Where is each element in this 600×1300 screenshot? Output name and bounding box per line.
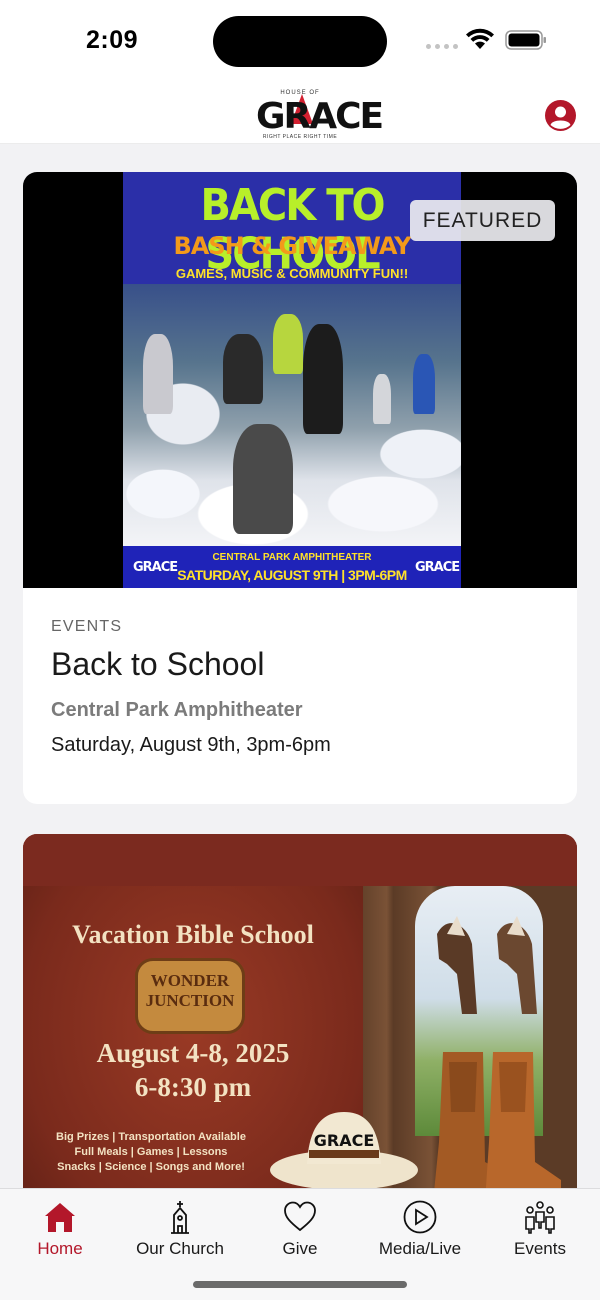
people-icon xyxy=(525,1201,555,1234)
cellular-signal-icon xyxy=(426,44,458,49)
wonder-junction-logo: WONDER JUNCTION xyxy=(135,958,245,1034)
tab-label-home: Home xyxy=(37,1239,83,1258)
dynamic-island xyxy=(213,16,387,67)
tab-label-media-live: Media/Live xyxy=(378,1239,462,1258)
tab-our-church[interactable]: Our Church xyxy=(120,1189,240,1263)
battery-icon xyxy=(505,30,546,50)
logo-word: GRACE xyxy=(256,96,384,137)
logo-tagline: RIGHT PLACE RIGHT TIME xyxy=(262,134,338,140)
vbs-details: Big Prizes | Transportation Available Fu… xyxy=(31,1130,271,1175)
home-indicator[interactable] xyxy=(193,1281,407,1288)
vbs-poster: Vacation Bible School WONDER JUNCTION Au… xyxy=(23,834,577,1234)
vbs-theme: WONDER JUNCTION xyxy=(145,971,235,1010)
event-card[interactable]: Vacation Bible School WONDER JUNCTION Au… xyxy=(23,834,577,1234)
card-category: EVENTS xyxy=(51,618,123,635)
vbs-time: 6-8:30 pm xyxy=(134,1072,252,1102)
tab-media-live[interactable]: Media/Live xyxy=(360,1189,480,1263)
church-logo[interactable]: HOUSE OF GRACE RIGHT PLACE RIGHT TIME xyxy=(256,90,384,140)
tab-label-give: Give xyxy=(282,1239,318,1258)
vbs-details-line-3: Snacks | Science | Songs and More! xyxy=(57,1161,245,1173)
church-icon xyxy=(171,1201,189,1234)
tab-events[interactable]: Events xyxy=(480,1189,600,1263)
poster-venue: CENTRAL PARK AMPHITHEATER xyxy=(212,552,372,563)
poster-datetime: SATURDAY, AUGUST 9TH | 3PM-6PM xyxy=(177,567,407,583)
status-bar: 2:09 xyxy=(0,0,600,80)
horses-image xyxy=(437,916,537,1014)
home-icon xyxy=(45,1203,75,1232)
play-circle-icon xyxy=(403,1200,437,1234)
poster-photo xyxy=(123,284,461,546)
tab-label-events: Events xyxy=(514,1239,566,1258)
profile-icon[interactable] xyxy=(544,99,577,132)
poster-logo-right: GRACE xyxy=(415,560,460,575)
poster-tagline: GAMES, MUSIC & COMMUNITY FUN!! xyxy=(175,266,409,281)
vbs-details-line-1: Big Prizes | Transportation Available xyxy=(56,1131,246,1143)
vbs-details-line-2: Full Meals | Games | Lessons xyxy=(74,1146,228,1158)
hat-logo: GRACE xyxy=(314,1131,375,1150)
card-body: EVENTS Back to School Central Park Amphi… xyxy=(51,618,551,757)
cowboy-hat-image: GRACE xyxy=(270,1112,418,1190)
tab-home[interactable]: Home xyxy=(0,1189,120,1263)
vbs-title: Vacation Bible School xyxy=(72,920,314,949)
featured-event-card[interactable]: BACK TO SCHOOL BASH & GIVEAWAY GAMES, MU… xyxy=(23,172,577,804)
card-location: Central Park Amphitheater xyxy=(51,699,303,721)
wifi-icon xyxy=(466,28,494,49)
poster-footer: GRACE CENTRAL PARK AMPHITHEATER SATURDAY… xyxy=(123,546,461,588)
featured-badge: FEATURED xyxy=(410,200,555,241)
status-time: 2:09 xyxy=(86,26,139,54)
heart-icon xyxy=(284,1201,316,1232)
vbs-dates: August 4-8, 2025 xyxy=(96,1038,290,1068)
app-header: HOUSE OF GRACE RIGHT PLACE RIGHT TIME xyxy=(0,80,600,144)
card-title: Back to School xyxy=(51,646,265,682)
card-date: Saturday, August 9th, 3pm-6pm xyxy=(51,734,331,756)
tab-label-our-church: Our Church xyxy=(136,1239,224,1258)
tab-give[interactable]: Give xyxy=(240,1189,360,1263)
